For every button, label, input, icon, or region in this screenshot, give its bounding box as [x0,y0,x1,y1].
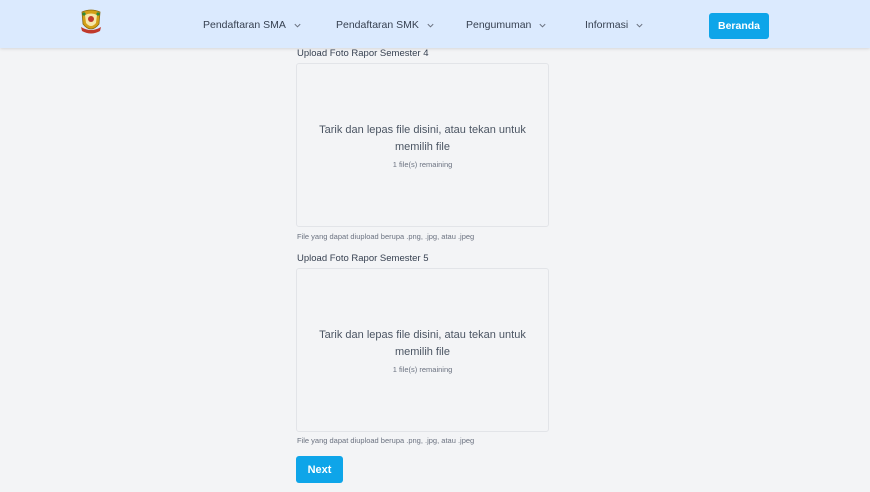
files-remaining-text: 1 file(s) remaining [392,160,453,169]
chevron-down-icon [539,23,546,28]
dropzone-semester-5[interactable]: Tarik dan lepas file disini, atau tekan … [296,268,549,432]
chevron-down-icon [427,23,434,28]
nav-pendaftaran-sma[interactable]: Pendaftaran SMA [203,16,302,34]
emblem-logo-icon[interactable] [79,8,103,36]
nav-informasi[interactable]: Informasi [585,16,644,34]
dropzone-instruction: Tarik dan lepas file disini, atau tekan … [319,124,526,153]
upload-label-semester-4: Upload Foto Rapor Semester 4 [297,48,429,59]
dropzone-instruction: Tarik dan lepas file disini, atau tekan … [319,329,526,358]
beranda-button[interactable]: Beranda [709,13,769,39]
dropzone-semester-4[interactable]: Tarik dan lepas file disini, atau tekan … [296,63,549,227]
top-navbar: Pendaftaran SMA Pendaftaran SMK Pengumum… [0,0,870,48]
files-remaining-text: 1 file(s) remaining [392,365,453,374]
chevron-down-icon [294,23,301,28]
file-type-hint: File yang dapat diupload berupa .png, .j… [297,232,475,241]
nav-item-label: Informasi [585,19,629,31]
nav-pengumuman[interactable]: Pengumuman [466,16,547,34]
upload-label-semester-5: Upload Foto Rapor Semester 5 [297,253,429,264]
nav-item-label: Pendaftaran SMA [203,19,286,31]
nav-item-label: Pendaftaran SMK [336,19,419,31]
nav-pendaftaran-smk[interactable]: Pendaftaran SMK [336,16,435,34]
chevron-down-icon [636,23,643,28]
next-button[interactable]: Next [296,456,343,483]
nav-item-label: Pengumuman [466,19,532,31]
file-type-hint: File yang dapat diupload berupa .png, .j… [297,436,475,445]
